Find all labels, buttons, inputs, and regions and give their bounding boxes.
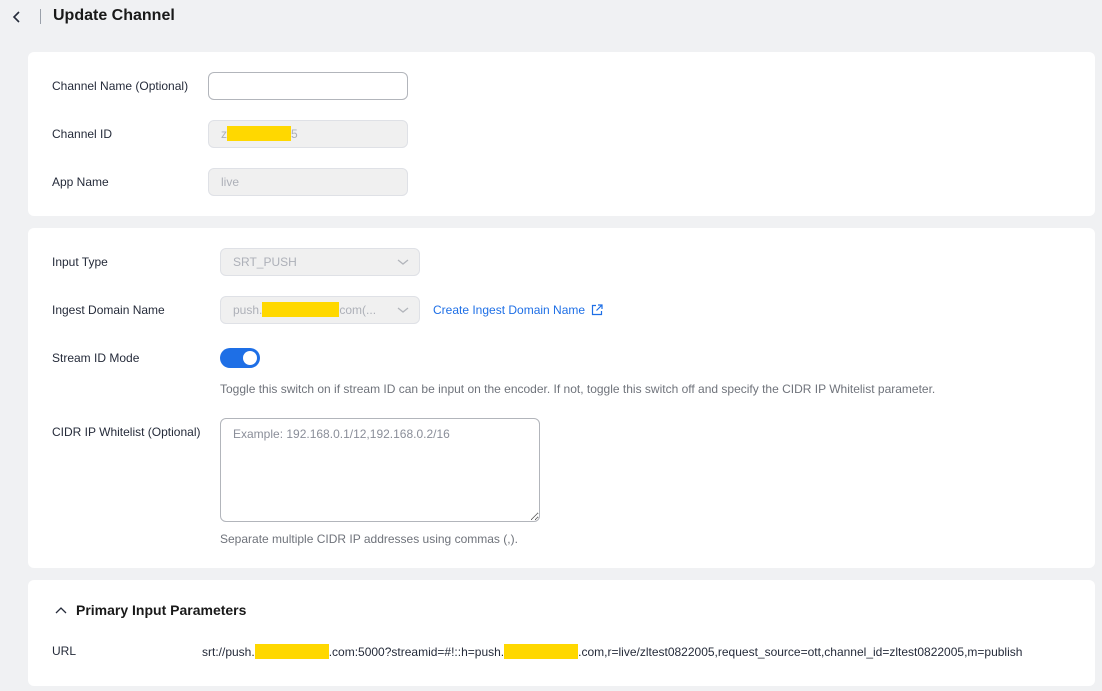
primary-input-card: Primary Input Parameters URL srt://push.…	[28, 580, 1095, 686]
channel-id-label: Channel ID	[52, 127, 113, 141]
page-header: Update Channel	[0, 0, 1102, 34]
url-label: URL	[52, 644, 77, 658]
chevron-down-icon	[397, 259, 409, 265]
channel-id-suffix: 5	[291, 127, 298, 141]
cidr-hint: Separate multiple CIDR IP addresses usin…	[220, 532, 518, 546]
redaction-block	[262, 302, 340, 317]
stream-id-mode-label: Stream ID Mode	[52, 351, 140, 365]
stream-id-hint: Toggle this switch on if stream ID can b…	[220, 382, 936, 396]
url-value: srt://push. .com:5000?streamid=#!::h=push…	[202, 644, 1022, 659]
chevron-down-icon	[397, 307, 409, 313]
ingest-domain-label: Ingest Domain Name	[52, 303, 165, 317]
app-name-field: live	[208, 168, 408, 196]
channel-name-input[interactable]	[208, 72, 408, 100]
url-part-3: .com,r=live/zltest0822005,request_source…	[578, 645, 1023, 659]
redaction-block	[504, 644, 579, 659]
input-type-select: SRT_PUSH	[220, 248, 420, 276]
ingest-domain-select: push. com(...	[220, 296, 420, 324]
page-title: Update Channel	[53, 7, 175, 24]
basic-info-card: Channel Name (Optional) Channel ID z5 Ap…	[28, 52, 1095, 216]
cidr-whitelist-label: CIDR IP Whitelist (Optional)	[52, 425, 201, 439]
chevron-up-icon[interactable]	[55, 606, 67, 614]
ingest-domain-suffix: com(...	[339, 303, 377, 317]
redaction-block	[227, 126, 291, 141]
channel-id-field: z5	[208, 120, 408, 148]
chevron-left-icon[interactable]	[10, 9, 24, 25]
create-ingest-domain-link[interactable]: Create Ingest Domain Name	[433, 303, 603, 317]
input-type-value: SRT_PUSH	[233, 255, 297, 269]
channel-name-label: Channel Name (Optional)	[52, 79, 189, 93]
redaction-block	[254, 644, 329, 659]
url-part-1: srt://push.	[202, 645, 255, 659]
create-ingest-domain-link-text: Create Ingest Domain Name	[433, 303, 586, 317]
stream-id-mode-toggle[interactable]	[220, 348, 260, 368]
cidr-whitelist-textarea[interactable]	[220, 418, 540, 522]
input-type-label: Input Type	[52, 255, 108, 269]
primary-input-section-title: Primary Input Parameters	[76, 602, 247, 618]
header-divider	[40, 9, 41, 24]
url-part-2: .com:5000?streamid=#!::h=push.	[328, 645, 505, 659]
external-link-icon	[591, 304, 603, 316]
ingest-domain-prefix: push.	[233, 303, 263, 317]
app-name-label: App Name	[52, 175, 109, 189]
toggle-knob	[243, 351, 257, 365]
input-settings-card: Input Type SRT_PUSH Ingest Domain Name p…	[28, 228, 1095, 568]
